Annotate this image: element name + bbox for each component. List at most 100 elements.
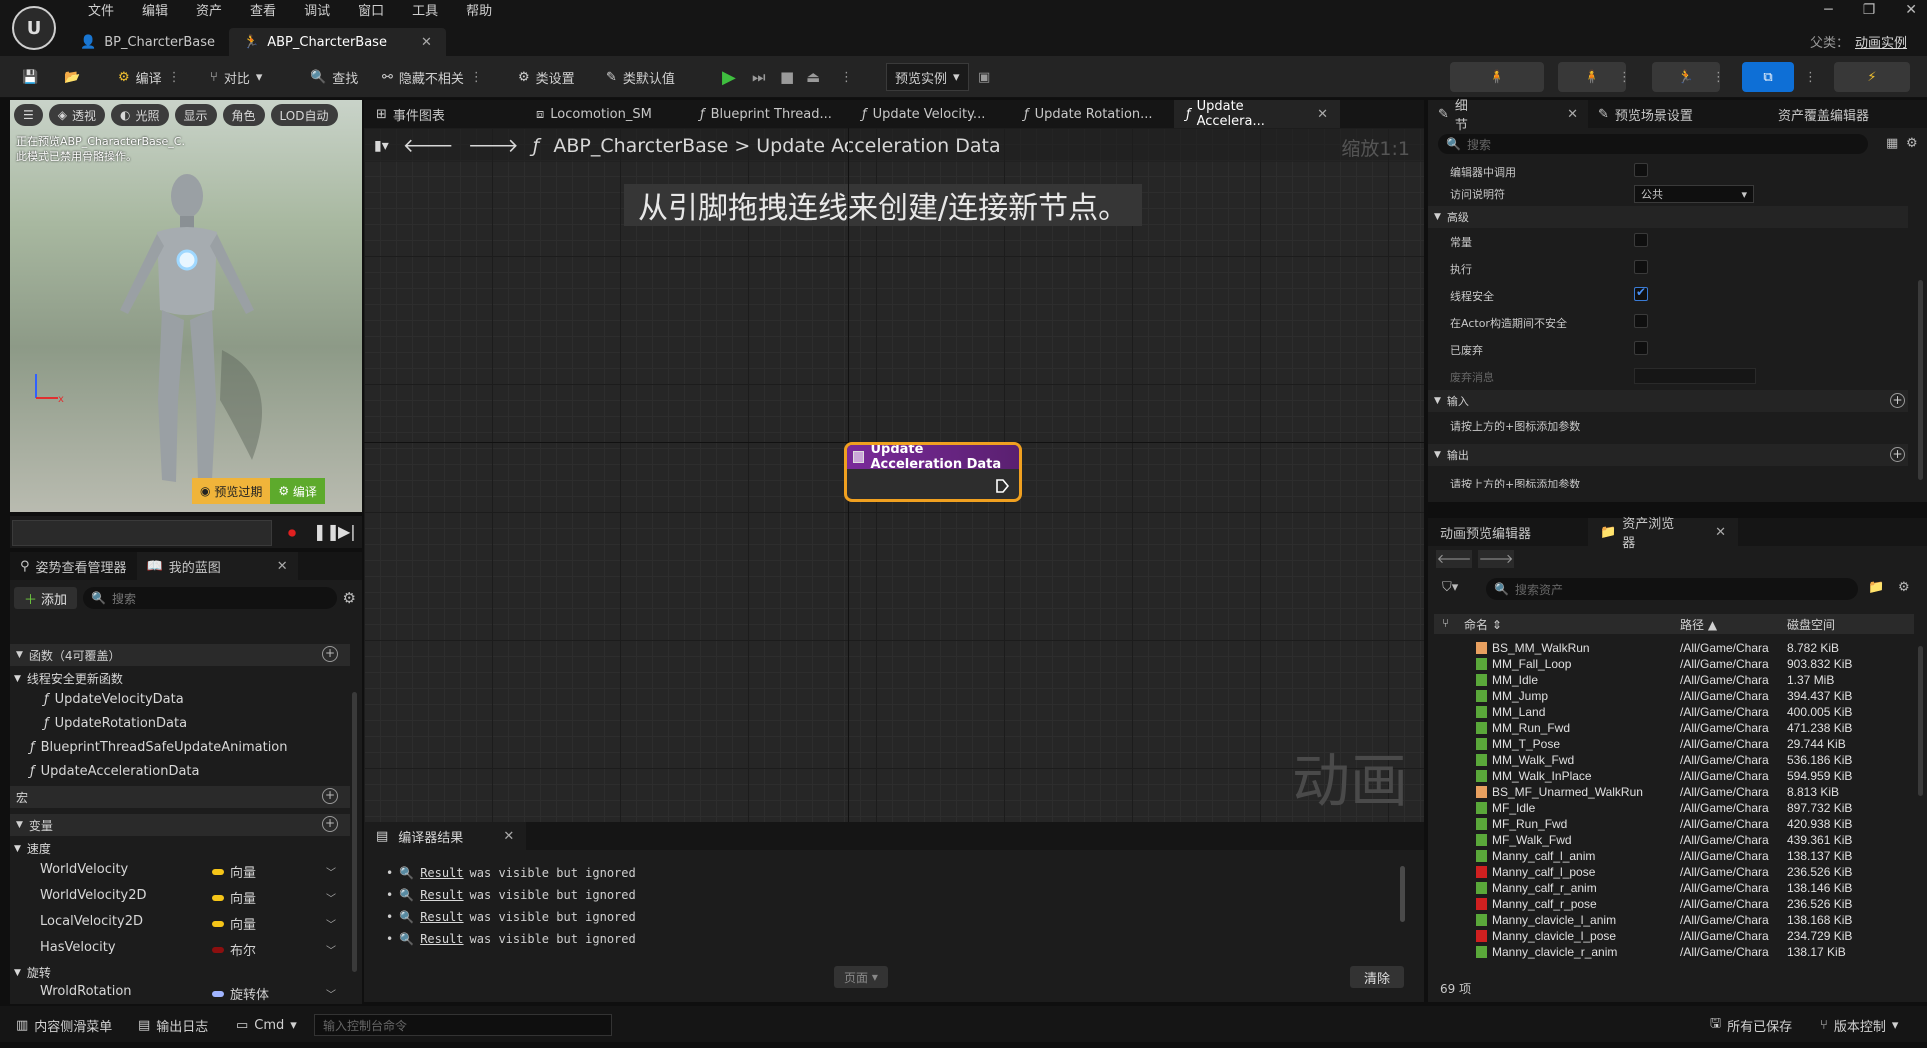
tab-update-acceleration[interactable]: ƒ Update Accelera... ✕ <box>1174 99 1340 129</box>
property-checkbox[interactable] <box>1634 341 1648 355</box>
compiler-scrollbar[interactable] <box>1400 866 1405 922</box>
back-arrow-icon[interactable]: 🡐 <box>1436 550 1472 568</box>
folder-icon[interactable]: 📁 <box>1868 580 1884 595</box>
asset-search-input[interactable]: 🔍 搜索资产 <box>1486 578 1858 600</box>
output-log-button[interactable]: ▤ 输出日志 <box>138 1014 208 1036</box>
diff-button[interactable]: ⑂ 对比 ▾ <box>210 64 262 90</box>
variable-item[interactable]: WroldRotation <box>40 984 132 999</box>
close-icon[interactable]: ✕ <box>421 35 432 50</box>
class-settings-button[interactable]: ⚙ 类设置 <box>518 64 575 90</box>
menu-tools[interactable]: 工具 <box>398 2 452 22</box>
exec-pin-icon[interactable] <box>995 479 1009 493</box>
physics-mode-button[interactable]: ⚡ <box>1834 62 1910 92</box>
tab-asset-override-editor[interactable]: 资产覆盖编辑器 <box>1768 100 1927 128</box>
variable-type[interactable]: 向量 <box>212 862 256 881</box>
add-input-icon[interactable]: + <box>1890 393 1905 408</box>
asset-scrollbar[interactable] <box>1918 646 1923 796</box>
character-button[interactable]: 角色 <box>222 104 265 126</box>
close-icon[interactable]: ✕ <box>503 829 514 844</box>
gear-icon[interactable]: ⚙ <box>1898 580 1910 595</box>
tab-asset-browser[interactable]: 📁 资产浏览器 ✕ <box>1588 517 1738 551</box>
function-item[interactable]: ƒ BlueprintThreadSafeUpdateAnimation <box>30 740 288 755</box>
timeline-field[interactable] <box>12 520 272 546</box>
more-icon[interactable]: ⋮ <box>168 70 181 85</box>
console-command-input[interactable]: 输入控制台命令 <box>314 1014 612 1036</box>
asset-row[interactable]: MF_Idle/All/Game/Chara 897.732 KiB <box>1434 800 1914 816</box>
tab-locomotion-sm[interactable]: ⧈ Locomotion_SM <box>524 100 688 128</box>
macros-section[interactable]: 宏 + <box>10 786 350 808</box>
clear-button[interactable]: 清除 <box>1349 966 1404 988</box>
blueprint-graph-canvas[interactable]: ▮▾ 🡐 🡒 ƒ ABP_CharcterBase > Update Accel… <box>364 128 1424 822</box>
asset-row[interactable]: BS_MM_WalkRun/All/Game/Chara 8.782 KiB <box>1434 640 1914 656</box>
more-icon[interactable]: ⋮ <box>1804 64 1817 90</box>
variable-item[interactable]: HasVelocity <box>40 940 116 955</box>
column-name[interactable]: 命名 ⇕ <box>1464 616 1664 633</box>
functions-section[interactable]: ▼ 函数（4可覆盖） + <box>10 644 350 666</box>
add-button[interactable]: ＋添加 <box>14 587 78 609</box>
variable-type[interactable]: 向量 <box>212 914 256 933</box>
more-icon[interactable]: ⋮ <box>840 64 853 90</box>
filter-icon[interactable]: ⛉▾ <box>1442 580 1458 595</box>
eject-icon[interactable]: ⏏ <box>806 64 820 90</box>
parent-class-link[interactable]: 动画实例 <box>1855 36 1907 51</box>
compile-button[interactable]: ⚙ 编译 ⋮ <box>118 64 181 90</box>
property-checkbox[interactable] <box>1634 314 1648 328</box>
debug-filter-icon[interactable]: ▣ <box>978 64 990 90</box>
forward-arrow-icon[interactable]: 🡒 <box>468 134 519 157</box>
preview-viewport[interactable]: ☰ ◈ 透视 ◐ 光照 显示 角色 LOD自动 正在预览ABP_CharacterB… <box>10 100 362 512</box>
more-icon[interactable]: ⋮ <box>470 70 483 85</box>
function-item[interactable]: ƒ UpdateRotationData <box>44 716 187 731</box>
velocity-group[interactable]: ▼ 速度 <box>14 840 51 857</box>
function-item[interactable]: ƒ UpdateAccelerationData <box>30 764 199 779</box>
close-icon[interactable]: ✕ <box>1317 107 1328 122</box>
close-icon[interactable]: ✕ <box>1715 525 1726 540</box>
hide-unrelated-button[interactable]: ⚯ 隐藏不相关 ⋮ <box>382 64 483 90</box>
step-forward-icon[interactable]: ▶| <box>338 522 356 541</box>
play-icon[interactable]: ▶ <box>722 64 736 90</box>
result-link[interactable]: Result <box>420 888 463 902</box>
asset-row[interactable]: MF_Run_Fwd/All/Game/Chara 420.938 KiB <box>1434 816 1914 832</box>
asset-row[interactable]: Manny_calf_r_pose/All/Game/Chara 236.526 … <box>1434 896 1914 912</box>
asset-row[interactable]: MM_Land/All/Game/Chara 400.005 KiB <box>1434 704 1914 720</box>
menu-help[interactable]: 帮助 <box>452 2 506 22</box>
asset-row[interactable]: Manny_calf_r_anim/All/Game/Chara 138.146 … <box>1434 880 1914 896</box>
content-drawer-button[interactable]: ▥ 内容侧滑菜单 <box>16 1014 112 1036</box>
property-checkbox[interactable] <box>1634 260 1648 274</box>
tab-preview-scene-settings[interactable]: ✎ 预览场景设置 <box>1588 100 1768 128</box>
viewport-menu-button[interactable]: ☰ <box>14 104 43 126</box>
pause-icon[interactable]: ❚❚ <box>313 522 340 541</box>
back-arrow-icon[interactable]: 🡐 <box>403 134 454 157</box>
asset-row[interactable]: MM_Jump/All/Game/Chara 394.437 KiB <box>1434 688 1914 704</box>
blueprint-search-input[interactable]: 🔍 搜索 <box>83 587 337 609</box>
forward-arrow-icon[interactable]: 🡒 <box>1478 550 1514 568</box>
asset-row[interactable]: Manny_calf_l_anim/All/Game/Chara 138.137 … <box>1434 848 1914 864</box>
add-function-icon[interactable]: + <box>322 646 338 662</box>
asset-row[interactable]: MM_Idle/All/Game/Chara 1.37 MiB <box>1434 672 1914 688</box>
asset-row[interactable]: Manny_clavicle_l_pose/All/Game/Chara 234.… <box>1434 928 1914 944</box>
thread-safe-group[interactable]: ▼ 线程安全更新函数 <box>14 670 123 687</box>
chevron-down-icon[interactable]: ﹀ <box>326 916 336 931</box>
lod-button[interactable]: LOD自动 <box>270 104 338 126</box>
tab-update-rotation[interactable]: ƒ Update Rotation... <box>1012 100 1174 128</box>
function-entry-node[interactable]: Update Acceleration Data <box>844 442 1022 502</box>
chevron-down-icon[interactable]: ﹀ <box>326 942 336 957</box>
outputs-section[interactable]: ▼ 输出 + <box>1428 444 1908 466</box>
variables-section[interactable]: ▼ 变量 + <box>10 814 350 836</box>
asset-row[interactable]: Manny_calf_l_pose/All/Game/Chara 236.526 … <box>1434 864 1914 880</box>
tab-compiler-results[interactable]: ▤ 编译器结果 ✕ <box>364 822 527 850</box>
breadcrumb-root[interactable]: ABP_CharcterBase <box>553 135 728 157</box>
variable-type[interactable]: 向量 <box>212 888 256 907</box>
menu-asset[interactable]: 资产 <box>182 2 236 22</box>
blueprint-mode-button[interactable]: ⧉ <box>1742 62 1794 92</box>
skeleton-mode-button[interactable]: 🧍 <box>1450 62 1544 92</box>
property-checkbox-checked[interactable]: ✔ <box>1634 285 1648 301</box>
menu-view[interactable]: 查看 <box>236 2 290 22</box>
tab-anim-preview-editor[interactable]: 动画预览编辑器 <box>1428 518 1588 546</box>
page-dropdown[interactable]: 页面 ▾ <box>834 966 888 988</box>
left-panel-scrollbar[interactable] <box>352 692 357 972</box>
variable-type[interactable]: 旋转体 <box>212 984 269 1003</box>
source-control-button[interactable]: ⑂ 版本控制 ▾ <box>1820 1014 1898 1036</box>
function-item[interactable]: ƒ UpdateVelocityData <box>44 692 184 707</box>
restore-icon[interactable]: ❐ <box>1863 2 1876 18</box>
tab-blueprint-thread[interactable]: ƒ Blueprint Thread... <box>688 100 850 128</box>
